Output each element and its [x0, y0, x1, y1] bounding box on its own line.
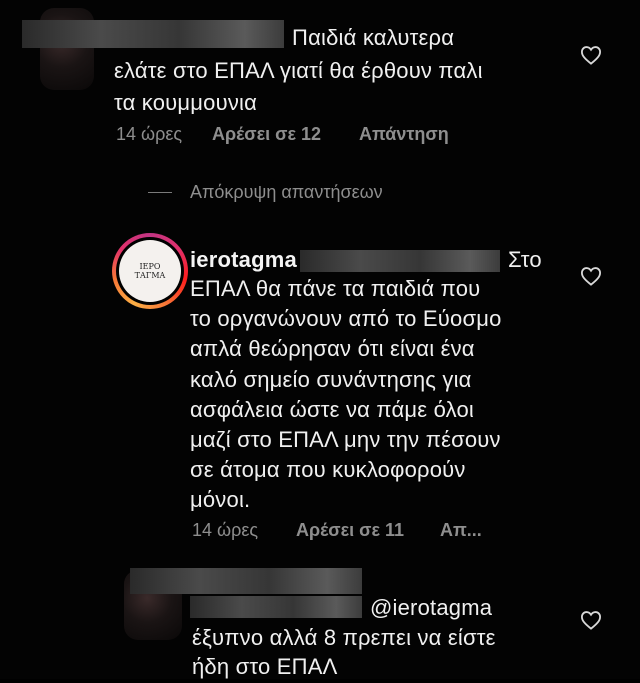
comment-text: τα κουμμουνια	[114, 90, 258, 115]
comment-text: απλά θεώρησαν ότι είναι ένα	[190, 336, 475, 361]
comment-text: ασφάλεια ώστε να πάμε όλοι	[190, 397, 474, 422]
heart-outline-icon[interactable]	[580, 610, 602, 630]
comment-text: ΕΠΑΛ θα πάνε τα παιδιά που	[190, 276, 481, 301]
username[interactable]: ierotagma	[190, 247, 297, 272]
comments-screen: Παιδιά καλυτερα ελάτε στο ΕΠΑΛ γιατί θα …	[0, 0, 640, 679]
comment-text: καλό σημείο συνάντησης για	[190, 367, 472, 392]
comment-header: ierotagma	[190, 244, 297, 276]
timestamp: 14 ώρες	[116, 124, 183, 144]
redacted-username	[190, 596, 362, 618]
redacted-username	[130, 568, 362, 594]
comment-text: μόνοι.	[190, 487, 251, 512]
comment-meta: 14 ώρες Αρέσει σε 11 Απ...	[192, 520, 482, 541]
reply-button[interactable]: Απ...	[440, 520, 482, 541]
comment-text: το οργανώνουν από το Εύοσμο	[190, 306, 502, 331]
comment-meta: 14 ώρες Αρέσει σε 12 Απάντηση	[116, 124, 449, 145]
divider	[148, 192, 172, 193]
comment-text: ελάτε στο ΕΠΑΛ γιατί θα έρθουν παλι	[114, 58, 483, 83]
heart-outline-icon[interactable]	[580, 45, 602, 65]
comment-text: μαζί στο ΕΠΑΛ μην την πέσουν	[190, 427, 501, 452]
avatar[interactable]: ΙΕΡΟ ΤΑΓΜΑ	[112, 233, 188, 309]
reply-button[interactable]: Απάντηση	[359, 124, 449, 145]
hide-replies-label: Απόκρυψη απαντήσεων	[190, 182, 383, 202]
comment-text: έξυπνο αλλά 8 πρεπει να είστε	[192, 625, 496, 650]
comment-text: σε άτομα που κυκλοφορούν	[190, 457, 466, 482]
mention-link[interactable]: @ierotagma	[370, 595, 492, 620]
brand-logo: ΙΕΡΟ ΤΑΓΜΑ	[119, 240, 181, 302]
comment-text: Στο	[508, 247, 542, 272]
likes-count[interactable]: Αρέσει σε 11	[296, 520, 404, 541]
comment-text: ήδη στο ΕΠΑΛ	[192, 654, 338, 679]
comment-text: Παιδιά καλυτερα	[292, 25, 455, 50]
likes-count[interactable]: Αρέσει σε 12	[212, 124, 321, 145]
redacted-username	[22, 20, 284, 48]
comment-text: @ierotagma	[370, 592, 492, 624]
heart-outline-icon[interactable]	[580, 266, 602, 286]
redacted-mention	[300, 250, 500, 272]
hide-replies-toggle[interactable]: Απόκρυψη απαντήσεων	[148, 182, 383, 203]
timestamp: 14 ώρες	[192, 520, 259, 540]
